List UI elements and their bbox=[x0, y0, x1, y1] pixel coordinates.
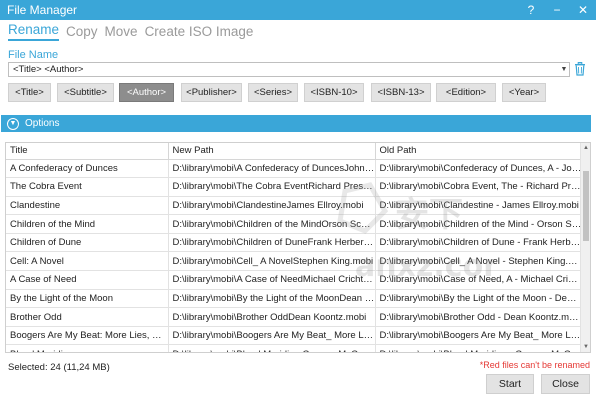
cell-title: A Case of Need bbox=[6, 270, 169, 290]
table-row[interactable]: Clandestine D:\library\mobi\ClandestineJ… bbox=[6, 196, 583, 216]
trash-icon[interactable] bbox=[574, 62, 586, 76]
cell-new-path: D:\library\mobi\Brother OddDean Koontz.m… bbox=[168, 307, 376, 327]
cell-old-path: D:\library\mobi\Confederacy of Dunces, A… bbox=[375, 159, 583, 179]
cell-old-path: D:\library\mobi\Clandestine - James Ellr… bbox=[375, 196, 583, 216]
cell-new-path: D:\library\mobi\Blood Meridian Cormac Mc… bbox=[168, 344, 376, 352]
options-label: Options bbox=[25, 118, 60, 129]
tab-copy[interactable]: Copy bbox=[66, 24, 98, 41]
options-bar[interactable]: ▼ Options bbox=[1, 115, 591, 132]
table-row[interactable]: Cell: A Novel D:\library\mobi\Cell_ A No… bbox=[6, 251, 583, 272]
table-row[interactable]: A Confederacy of Dunces D:\library\mobi\… bbox=[6, 159, 583, 179]
cell-old-path: D:\library\mobi\Cell_ A Novel - Stephen … bbox=[375, 251, 583, 272]
cell-new-path: D:\library\mobi\ClandestineJames Ellroy.… bbox=[168, 196, 376, 216]
cell-new-path: D:\library\mobi\By the Light of the Moon… bbox=[168, 289, 376, 309]
tab-rename[interactable]: Rename bbox=[8, 22, 60, 41]
cell-title: Cell: A Novel bbox=[6, 251, 169, 272]
tab-move[interactable]: Move bbox=[105, 24, 138, 41]
table-row[interactable]: Children of the Mind D:\library\mobi\Chi… bbox=[6, 214, 583, 234]
tag-year-button[interactable]: <Year> bbox=[502, 83, 546, 102]
cell-new-path: D:\library\mobi\Cell_ A NovelStephen Kin… bbox=[168, 251, 376, 272]
selected-count: Selected: 24 (11,24 MB) bbox=[8, 362, 110, 373]
cell-title: Boogers Are My Beat: More Lies, But Some… bbox=[6, 326, 169, 346]
cell-new-path: D:\library\mobi\Children of DuneFrank He… bbox=[168, 233, 376, 253]
help-icon[interactable]: ? bbox=[518, 0, 544, 20]
tab-bar: Rename Copy Move Create ISO Image bbox=[8, 21, 253, 41]
cell-old-path: D:\library\mobi\Children of the Mind - O… bbox=[375, 214, 583, 234]
table-row[interactable]: Boogers Are My Beat: More Lies, But Some… bbox=[6, 326, 583, 346]
cell-old-path: D:\library\mobi\Blood Meridian - Cormac … bbox=[375, 344, 583, 352]
tag-author-button[interactable]: <Author> bbox=[119, 83, 174, 102]
cell-new-path: D:\library\mobi\The Cobra EventRichard P… bbox=[168, 177, 376, 197]
title-bar: File Manager ? − ✕ bbox=[0, 0, 596, 20]
cell-title: A Confederacy of Dunces bbox=[6, 159, 169, 179]
chevron-down-circle-icon: ▼ bbox=[7, 117, 19, 130]
tag-title-button[interactable]: <Title> bbox=[8, 83, 51, 102]
red-files-note: *Red files can't be renamed bbox=[479, 360, 590, 370]
cell-title: Blood Meridian bbox=[6, 344, 169, 352]
tag-series-button[interactable]: <Series> bbox=[248, 83, 298, 102]
cell-title: The Cobra Event bbox=[6, 177, 169, 197]
cell-title: Children of Dune bbox=[6, 233, 169, 253]
table-row[interactable]: Brother Odd D:\library\mobi\Brother OddD… bbox=[6, 307, 583, 327]
window-title: File Manager bbox=[7, 3, 78, 17]
table-header-row: Title New Path Old Path bbox=[6, 143, 583, 160]
cell-title: Clandestine bbox=[6, 196, 169, 216]
cell-old-path: D:\library\mobi\Brother Odd - Dean Koont… bbox=[375, 307, 583, 327]
cell-old-path: D:\library\mobi\Children of Dune - Frank… bbox=[375, 233, 583, 253]
column-header-new-path[interactable]: New Path bbox=[168, 143, 376, 160]
tab-create-iso-image[interactable]: Create ISO Image bbox=[145, 24, 254, 41]
chevron-down-icon[interactable]: ▼ bbox=[559, 66, 569, 73]
table-row[interactable]: Children of Dune D:\library\mobi\Childre… bbox=[6, 233, 583, 253]
scroll-down-icon[interactable]: ▼ bbox=[581, 342, 590, 352]
cell-title: Children of the Mind bbox=[6, 214, 169, 234]
table-vertical-scrollbar[interactable]: ▲ ▼ bbox=[580, 143, 590, 352]
tag-edition-button[interactable]: <Edition> bbox=[436, 83, 496, 102]
file-table: Title New Path Old Path A Confederacy of… bbox=[5, 142, 591, 353]
column-header-title[interactable]: Title bbox=[6, 143, 169, 160]
tag-isbn13-button[interactable]: <ISBN-13> bbox=[371, 83, 431, 102]
file-name-label: File Name bbox=[8, 49, 59, 61]
cell-old-path: D:\library\mobi\Cobra Event, The - Richa… bbox=[375, 177, 583, 197]
close-button[interactable]: Close bbox=[541, 374, 590, 394]
table-row[interactable]: By the Light of the Moon D:\library\mobi… bbox=[6, 289, 583, 309]
tag-isbn10-button[interactable]: <ISBN-10> bbox=[304, 83, 364, 102]
tag-subtitle-button[interactable]: <Subtitle> bbox=[57, 83, 114, 102]
cell-old-path: D:\library\mobi\Boogers Are My Beat_ Mor… bbox=[375, 326, 583, 346]
cell-new-path: D:\library\mobi\A Confederacy of DuncesJ… bbox=[168, 159, 376, 179]
file-name-select[interactable]: <Title> <Author> ▼ bbox=[8, 62, 570, 77]
table-row[interactable]: A Case of Need D:\library\mobi\A Case of… bbox=[6, 270, 583, 290]
scroll-up-icon[interactable]: ▲ bbox=[581, 143, 590, 153]
cell-new-path: D:\library\mobi\Children of the MindOrso… bbox=[168, 214, 376, 234]
start-button[interactable]: Start bbox=[486, 374, 534, 394]
column-header-old-path[interactable]: Old Path bbox=[375, 143, 583, 160]
tag-publisher-button[interactable]: <Publisher> bbox=[181, 83, 242, 102]
cell-title: By the Light of the Moon bbox=[6, 289, 169, 309]
cell-new-path: D:\library\mobi\A Case of NeedMichael Cr… bbox=[168, 270, 376, 290]
table-row[interactable]: The Cobra Event D:\library\mobi\The Cobr… bbox=[6, 177, 583, 197]
table-row[interactable]: Blood Meridian D:\library\mobi\Blood Mer… bbox=[6, 344, 583, 352]
scrollbar-thumb[interactable] bbox=[583, 171, 589, 241]
minimize-button[interactable]: − bbox=[544, 0, 570, 20]
file-name-value: <Title> <Author> bbox=[13, 64, 84, 75]
cell-new-path: D:\library\mobi\Boogers Are My Beat_ Mor… bbox=[168, 326, 376, 346]
close-icon[interactable]: ✕ bbox=[570, 0, 596, 20]
cell-old-path: D:\library\mobi\Case of Need, A - Michae… bbox=[375, 270, 583, 290]
cell-title: Brother Odd bbox=[6, 307, 169, 327]
cell-old-path: D:\library\mobi\By the Light of the Moon… bbox=[375, 289, 583, 309]
